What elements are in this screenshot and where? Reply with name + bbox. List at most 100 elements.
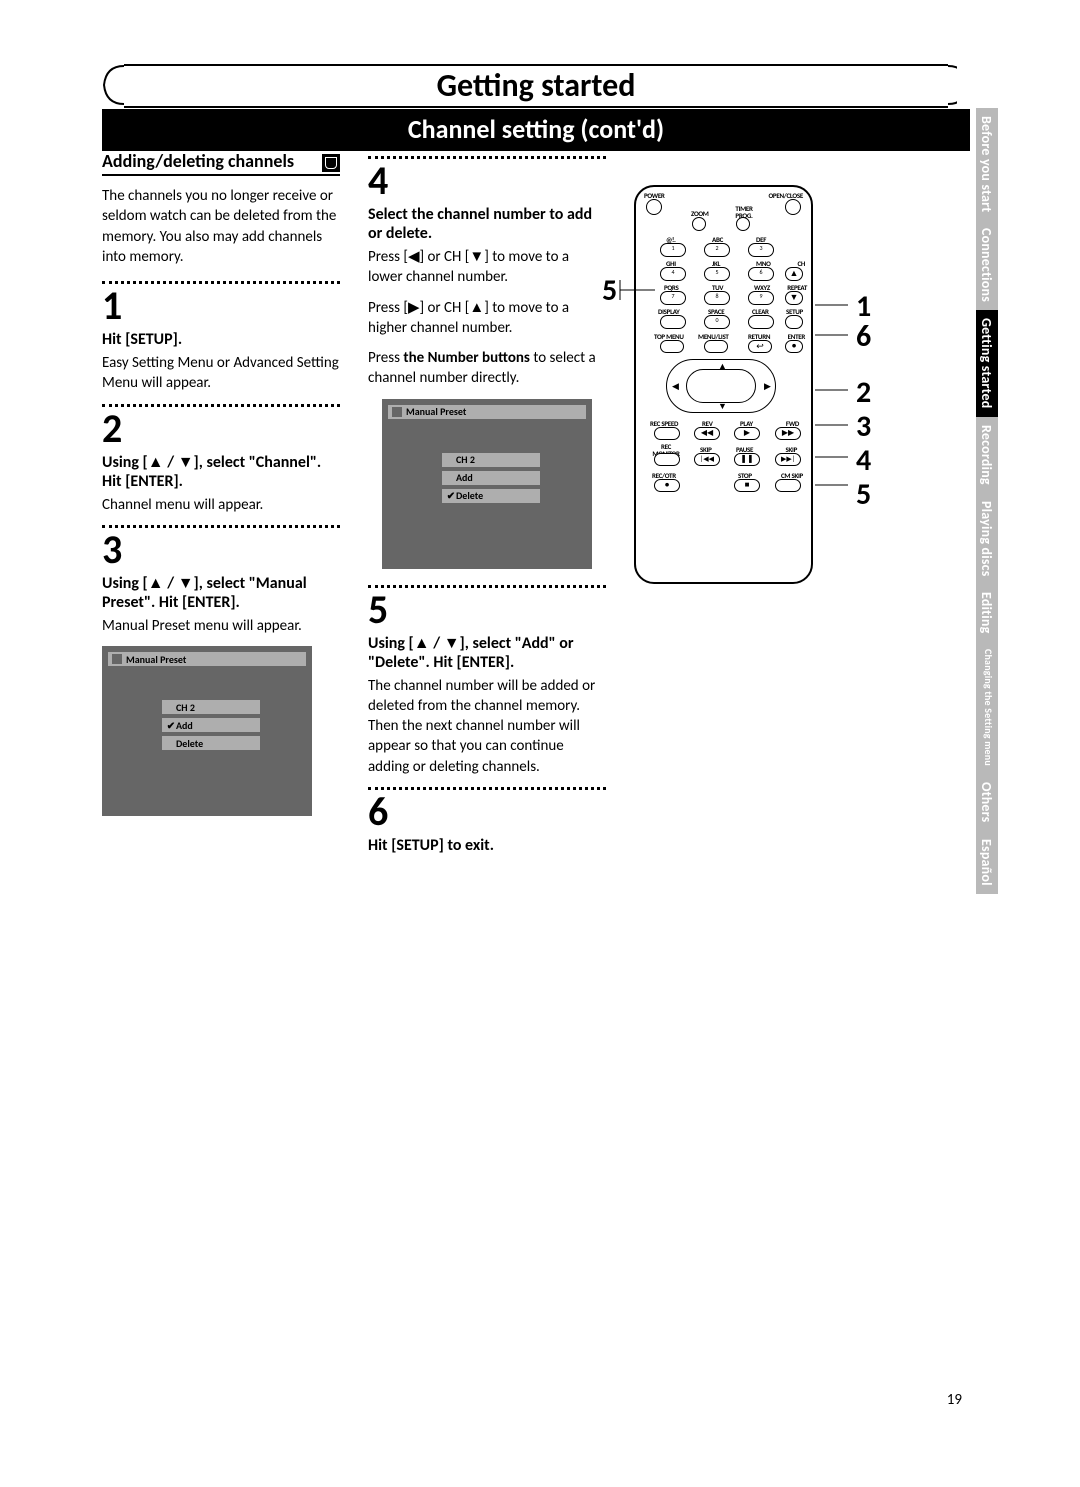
osd-del: Delete bbox=[162, 736, 260, 750]
tab-getting-started: Getting started bbox=[976, 310, 998, 416]
page-title: Getting started bbox=[427, 66, 646, 106]
btn-timer bbox=[736, 217, 750, 231]
btn-cmskip bbox=[775, 479, 801, 492]
tab-playing-discs: Playing discs bbox=[976, 493, 998, 585]
tab-editing: Editing bbox=[976, 584, 998, 641]
tab-changing-setting: Changing the Setting menu bbox=[976, 641, 998, 774]
btn-recspeed bbox=[654, 427, 680, 440]
tab-connections: Connections bbox=[976, 220, 998, 310]
osd-add: ✔Add bbox=[162, 718, 260, 732]
btn-recotr: ● bbox=[654, 479, 680, 492]
tab-before-you-start: Before you start bbox=[976, 108, 998, 220]
osd-del: ✔Delete bbox=[442, 489, 540, 503]
step-num-1: 1 bbox=[102, 286, 340, 326]
osd-add: Add bbox=[442, 471, 540, 485]
tab-others: Others bbox=[976, 774, 998, 830]
header-cap-right bbox=[948, 56, 972, 114]
section-intro: The channels you no longer receive or se… bbox=[102, 186, 340, 267]
section-title-text: Adding/deleting channels bbox=[102, 150, 294, 172]
dot-rule bbox=[368, 787, 606, 790]
btn-recmon bbox=[654, 453, 680, 466]
osd-icon bbox=[392, 407, 402, 417]
arrow-down-icon: ▼ bbox=[718, 401, 727, 412]
step6-head: Hit [SETUP] to exit. bbox=[368, 836, 606, 855]
lbl-openclose: OPEN/CLOSE bbox=[769, 191, 804, 200]
btn-display bbox=[660, 315, 686, 329]
step-num-2: 2 bbox=[102, 409, 340, 449]
btn-pause: ❚❚ bbox=[734, 453, 760, 466]
btn-6: 6 bbox=[748, 267, 774, 281]
btn-topmenu bbox=[660, 340, 684, 353]
side-tabs: Before you start Connections Getting sta… bbox=[976, 108, 998, 894]
btn-0: 0 bbox=[704, 315, 730, 329]
callout-5-left: 5 bbox=[602, 272, 617, 309]
step3-body: Manual Preset menu will appear. bbox=[102, 616, 340, 636]
arrow-right-icon: ▶ bbox=[764, 381, 771, 392]
callout-2: 2 bbox=[856, 374, 871, 411]
step4-b2: Press [▶] or CH [▲] to move to a higher … bbox=[368, 298, 606, 339]
callout-6: 6 bbox=[856, 318, 871, 355]
btn-2: 2 bbox=[704, 243, 730, 257]
btn-openclose bbox=[785, 199, 801, 215]
step4-head: Select the channel number to add or dele… bbox=[368, 205, 606, 243]
btn-5: 5 bbox=[704, 267, 730, 281]
sub-banner: Channel setting (cont'd) bbox=[102, 109, 970, 151]
step4-b3: Press the Number buttons to select a cha… bbox=[368, 348, 606, 389]
left-column: Adding/deleting channels The channels yo… bbox=[102, 150, 340, 855]
osd-ch: CH 2 bbox=[162, 700, 260, 714]
step1-body: Easy Setting Menu or Advanced Setting Me… bbox=[102, 353, 340, 394]
callout-3: 3 bbox=[856, 408, 871, 445]
dot-rule bbox=[368, 156, 606, 159]
osd-manual-preset-delete: Manual Preset CH 2 Add ✔Delete bbox=[382, 399, 592, 569]
section-title: Adding/deleting channels bbox=[102, 150, 340, 176]
btn-7: 7 bbox=[660, 291, 686, 305]
btn-1: 1 bbox=[660, 243, 686, 257]
btn-ch-up: ▲ bbox=[785, 267, 803, 281]
step3-head: Using [▲ / ▼], select "Manual Preset". H… bbox=[102, 574, 340, 612]
btn-skip-back: |◀◀ bbox=[694, 453, 720, 466]
btn-4: 4 bbox=[660, 267, 686, 281]
btn-zoom bbox=[692, 217, 706, 231]
osd-title-bar: Manual Preset bbox=[388, 405, 586, 419]
step-num-4: 4 bbox=[368, 161, 606, 201]
btn-3: 3 bbox=[748, 243, 774, 257]
btn-8: 8 bbox=[704, 291, 730, 305]
antenna-icon bbox=[322, 154, 340, 172]
callout-4: 4 bbox=[856, 442, 871, 479]
btn-enter: ● bbox=[785, 340, 803, 353]
osd-manual-preset-add: Manual Preset CH 2 ✔Add Delete bbox=[102, 646, 312, 816]
step-num-3: 3 bbox=[102, 530, 340, 570]
step5-head: Using [▲ / ▼], select "Add" or "Delete".… bbox=[368, 634, 606, 672]
step5-body: The channel number will be added or dele… bbox=[368, 676, 606, 777]
osd-title: Manual Preset bbox=[406, 405, 466, 418]
btn-clear bbox=[748, 315, 774, 329]
header-cap-left bbox=[100, 56, 124, 114]
btn-power bbox=[646, 199, 662, 215]
step-num-5: 5 bbox=[368, 590, 606, 630]
step2-body: Channel menu will appear. bbox=[102, 495, 340, 515]
remote-illustration: POWER OPEN/CLOSE ZOOM TIMER PROG. @!. AB… bbox=[634, 185, 813, 584]
step4-b1: Press [◀] or CH [▼] to move to a lower c… bbox=[368, 247, 606, 288]
osd-icon bbox=[112, 654, 122, 664]
step2-head: Using [▲ / ▼], select "Channel". Hit [EN… bbox=[102, 453, 340, 491]
btn-stop: ■ bbox=[734, 479, 760, 492]
middle-column: 4 Select the channel number to add or de… bbox=[368, 150, 606, 855]
dot-rule bbox=[102, 281, 340, 284]
btn-fwd: ▶▶ bbox=[775, 427, 801, 440]
btn-menulist bbox=[704, 340, 728, 353]
tab-recording: Recording bbox=[976, 417, 998, 493]
dpad-inner bbox=[686, 369, 756, 403]
arrow-up-icon: ▲ bbox=[718, 361, 727, 372]
osd-ch: CH 2 bbox=[442, 453, 540, 467]
btn-play: ▶ bbox=[734, 427, 760, 440]
page-number: 19 bbox=[947, 1391, 962, 1409]
arrow-left-icon: ◀ bbox=[672, 381, 679, 392]
btn-9: 9 bbox=[748, 291, 774, 305]
osd-title: Manual Preset bbox=[126, 653, 186, 666]
tab-espanol: Español bbox=[976, 831, 998, 894]
callout-5-right: 5 bbox=[856, 476, 871, 513]
btn-ch-down: ▼ bbox=[785, 291, 803, 305]
dot-rule bbox=[102, 404, 340, 407]
page-header: Getting started bbox=[102, 64, 970, 108]
btn-setup bbox=[785, 315, 803, 329]
